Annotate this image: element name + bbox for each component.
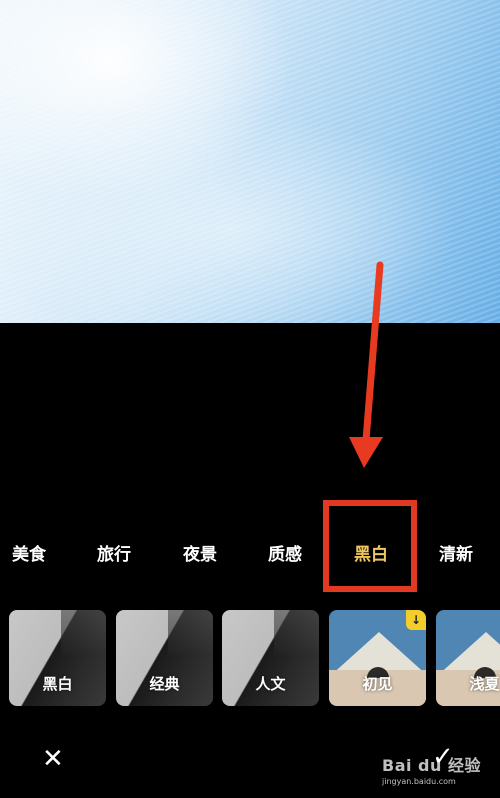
watermark-url: jingyan.baidu.com — [382, 777, 456, 786]
filter-thumb-classic[interactable]: 经典 — [116, 610, 213, 706]
watermark-brand: Bai du 经验 — [382, 756, 481, 775]
close-icon[interactable]: ✕ — [42, 744, 64, 774]
filter-thumb-humanity[interactable]: 人文 — [222, 610, 319, 706]
filter-thumb-early-summer[interactable]: 浅夏 — [436, 610, 500, 706]
tab-category-travel[interactable]: 旅行 — [97, 540, 131, 565]
filter-category-tabs: 美食 旅行 夜景 质感 黑白 清新 — [0, 540, 500, 570]
filter-label: 人文 — [255, 675, 286, 693]
tab-category-texture[interactable]: 质感 — [268, 540, 302, 565]
filter-label: 经典 — [149, 675, 180, 693]
filter-label: 黑白 — [42, 675, 73, 693]
annotation-highlight-box — [323, 500, 417, 592]
tab-category-fresh[interactable]: 清新 — [439, 540, 473, 565]
tab-category-night[interactable]: 夜景 — [183, 540, 217, 565]
filter-thumb-first-sight[interactable]: ↓ 初见 — [329, 610, 426, 706]
filter-label: 浅夏 — [469, 675, 500, 693]
download-icon: ↓ — [406, 610, 426, 630]
filter-thumbnail-list: 黑白 经典 人文 ↓ 初见 浅夏 — [0, 610, 500, 706]
filter-label: 初见 — [362, 675, 393, 693]
filter-thumb-bw[interactable]: 黑白 — [9, 610, 106, 706]
photo-preview — [0, 0, 500, 323]
bottom-action-bar: ✕ ✓ Bai du 经验 jingyan.baidu.com — [0, 730, 500, 790]
tab-category-food[interactable]: 美食 — [12, 540, 46, 565]
watermark: Bai du 经验 jingyan.baidu.com — [382, 752, 481, 786]
